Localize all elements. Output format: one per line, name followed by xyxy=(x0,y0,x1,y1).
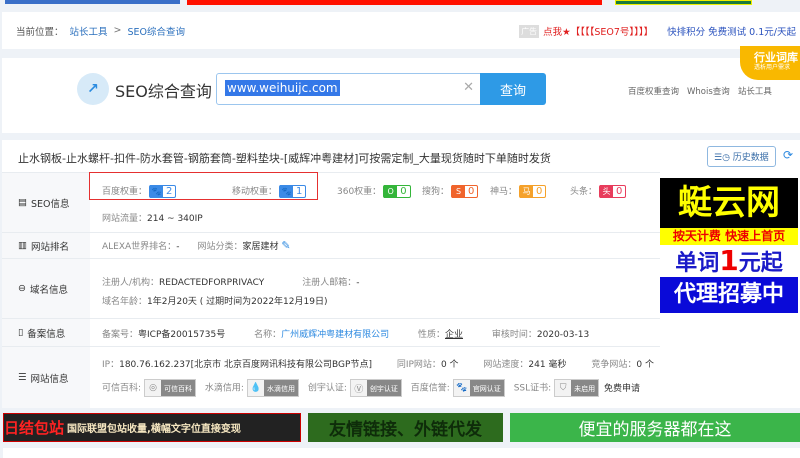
ssl-seal[interactable]: ⛉ 未启用 xyxy=(554,379,600,397)
company-link[interactable]: 广州威辉冲粤建材有限公司 xyxy=(281,330,389,340)
next-panel xyxy=(3,448,800,458)
www-icon: ⊖ xyxy=(18,283,26,294)
rank-row: ▥ 网站排名 ALEXA世界排名：- 网站分类：家居建材 ✎ xyxy=(2,232,660,258)
right-ad-banner[interactable]: 蜓云网 按天计费 快速上首页 单词1元起 代理招募中 xyxy=(660,178,798,313)
bottom-ad-2[interactable]: 友情链接、外链代发 xyxy=(308,413,503,442)
edit-icon[interactable]: ✎ xyxy=(281,239,290,252)
bottom-ad-3[interactable]: 便宜的服务器都在这 xyxy=(510,413,800,442)
breadcrumb: 当前位置： 站长工具 > SEO综合查询 广告 点我★【【【【SEO7号】】】】… xyxy=(2,12,800,49)
baidu-credit-seal[interactable]: 🐾 官网认证 xyxy=(452,379,505,397)
site-info-row: ☰ 网站信息 IP：180.76.162.237[北京市 北京百度网讯科技有限公司… xyxy=(2,346,660,408)
seo-logo-icon: ↗ xyxy=(77,73,109,105)
water-credit-seal[interactable]: 💧 水滴信用 xyxy=(246,379,299,397)
clear-icon[interactable]: ✕ xyxy=(463,80,474,95)
ssl-apply-link[interactable]: 免费申请 xyxy=(604,384,640,394)
history-icon: ☰◷ xyxy=(714,153,733,163)
breadcrumb-seo-query[interactable]: SEO综合查询 xyxy=(128,24,186,38)
link-whois[interactable]: Whois查询 xyxy=(687,85,730,97)
link-baidu-weight[interactable]: 百度权重查询 xyxy=(628,85,679,97)
site-title: 止水钢板-止水螺杆-扣件-防水套管-钢筋套筒-塑料垫块-[威辉冲粤建材]可按需定… xyxy=(18,152,551,165)
sogou-icon: S xyxy=(452,185,466,198)
fast-rank-link[interactable]: 快排积分 免费测试 0.1元/天起 xyxy=(667,24,796,38)
toutiao-icon: 头 xyxy=(600,185,614,198)
shenma-weight[interactable]: 神马：马 0 xyxy=(490,184,570,198)
document-icon: ▤ xyxy=(18,197,27,208)
seo-logo-text: SEO综合查询 xyxy=(115,82,212,101)
icp-icon: ▯ xyxy=(18,327,24,338)
refresh-icon[interactable]: ⟳ xyxy=(783,148,793,162)
chuangyu-seal[interactable]: Ⓥ 创宇认证 xyxy=(349,379,402,397)
shenma-icon: 马 xyxy=(520,185,534,198)
promo-link[interactable]: 点我★【【【【SEO7号】】】】 xyxy=(543,24,653,38)
domain-row: ⊖ 域名信息 注册人/机构：REDACTEDFORPRIVACY 注册人邮箱：- 域… xyxy=(2,258,660,318)
query-button[interactable]: 查询 xyxy=(480,73,546,105)
history-data-button[interactable]: ☰◷ 历史数据 xyxy=(707,146,776,167)
bar-chart-icon: ▥ xyxy=(18,240,27,251)
360-weight[interactable]: 360权重： O 0 xyxy=(337,184,422,198)
top-ad-strip[interactable] xyxy=(0,0,800,5)
bottom-ad-1[interactable]: 日结包站 国际联盟包站收量,横幅文字位直接变现 xyxy=(3,413,301,442)
trusted-wiki-seal[interactable]: ◎ 可信百科 xyxy=(144,379,197,397)
list-icon: ☰ xyxy=(18,372,27,383)
link-webmaster-tools[interactable]: 站长工具 xyxy=(738,85,772,97)
breadcrumb-webmaster-tools[interactable]: 站长工具 xyxy=(70,24,108,38)
industry-lexicon-badge[interactable]: 行业词库 透析用户需求 xyxy=(740,46,800,80)
icp-row: ▯ 备案信息 备案号：粤ICP备20015735号 名称：广州威辉冲粤建材有限公司… xyxy=(2,318,660,346)
search-panel: ↗ SEO综合查询 www.weihuijc.com ✕ 查询 百度权重查询 W… xyxy=(2,46,800,133)
search-input[interactable]: www.weihuijc.com ✕ xyxy=(216,73,481,105)
360-icon: O xyxy=(384,185,398,198)
ad-tag: 广告 xyxy=(519,24,540,38)
sogou-weight[interactable]: 搜狗： S 0 xyxy=(422,184,490,198)
toutiao-weight[interactable]: 头条：头 0 xyxy=(570,184,627,198)
highlight-box xyxy=(89,172,318,200)
